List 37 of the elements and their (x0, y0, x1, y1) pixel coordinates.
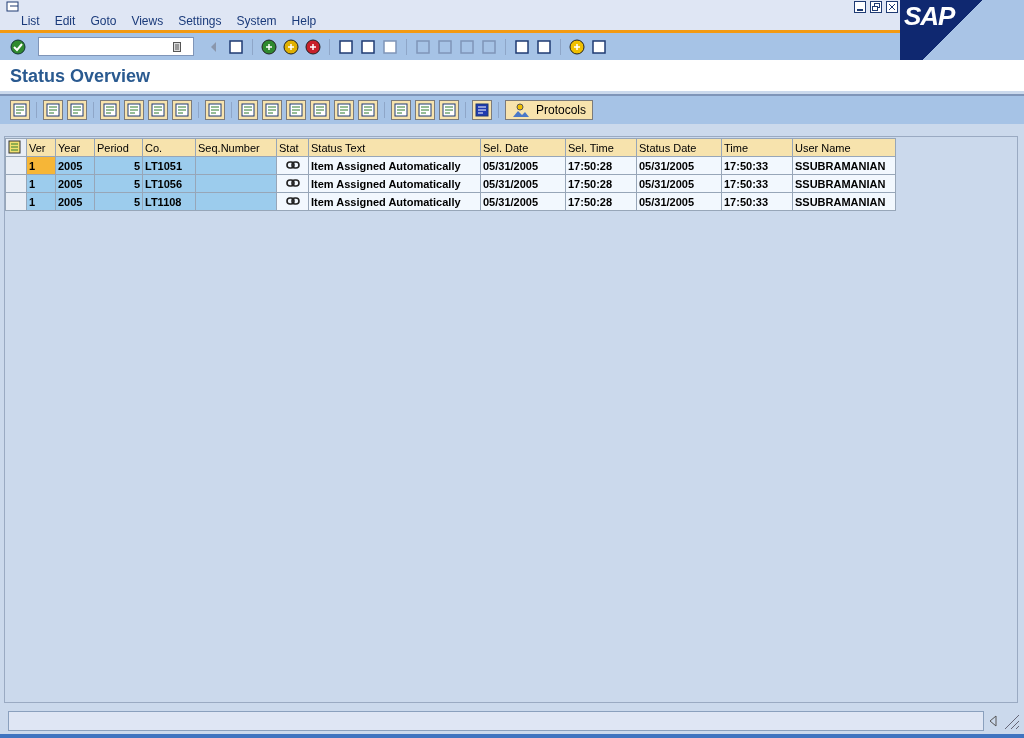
menu-item[interactable]: List (21, 14, 40, 28)
minimize-icon[interactable] (854, 1, 866, 13)
column-header[interactable]: Sel. Date (480, 138, 566, 157)
chain-link-icon (285, 195, 300, 206)
screen-title: Status Overview (10, 66, 151, 87)
restore-icon[interactable] (870, 1, 882, 13)
history-icon[interactable] (173, 41, 181, 52)
chain-link-icon (285, 177, 300, 188)
menu-item[interactable]: System (236, 14, 277, 28)
column-header[interactable]: User Name (792, 138, 896, 157)
system-menu-icon[interactable] (6, 1, 20, 13)
layout-menu-icon[interactable] (8, 139, 22, 154)
menu-item[interactable]: Views (131, 14, 164, 28)
logo-text: SAP (904, 1, 955, 32)
column-header[interactable]: Stat (276, 138, 309, 157)
resize-grip-icon[interactable] (1002, 712, 1020, 730)
info-button[interactable] (472, 100, 492, 120)
menu-item[interactable]: Goto (90, 14, 117, 28)
column-header[interactable]: Seq.Number (195, 138, 277, 157)
column-header[interactable]: Status Text (308, 138, 481, 157)
enter-icon[interactable] (10, 38, 26, 55)
close-icon[interactable] (886, 1, 898, 13)
person-icon (512, 102, 530, 118)
menu-item[interactable]: Help (291, 14, 317, 28)
column-header[interactable]: Time (721, 138, 793, 157)
column-header[interactable]: Sel. Time (565, 138, 637, 157)
protocols-button[interactable]: Protocols (505, 100, 594, 120)
chain-link-icon (285, 159, 300, 170)
column-header[interactable]: Status Date (636, 138, 722, 157)
collapse-icon[interactable] (988, 715, 998, 727)
column-header[interactable]: Period (94, 138, 143, 157)
column-header[interactable]: Ver (26, 138, 56, 157)
column-header[interactable]: Year (55, 138, 95, 157)
column-header[interactable]: Co. (142, 138, 196, 157)
command-field[interactable] (38, 37, 194, 56)
menu-item[interactable]: Settings (178, 14, 222, 28)
menu-item[interactable]: Edit (54, 14, 76, 28)
